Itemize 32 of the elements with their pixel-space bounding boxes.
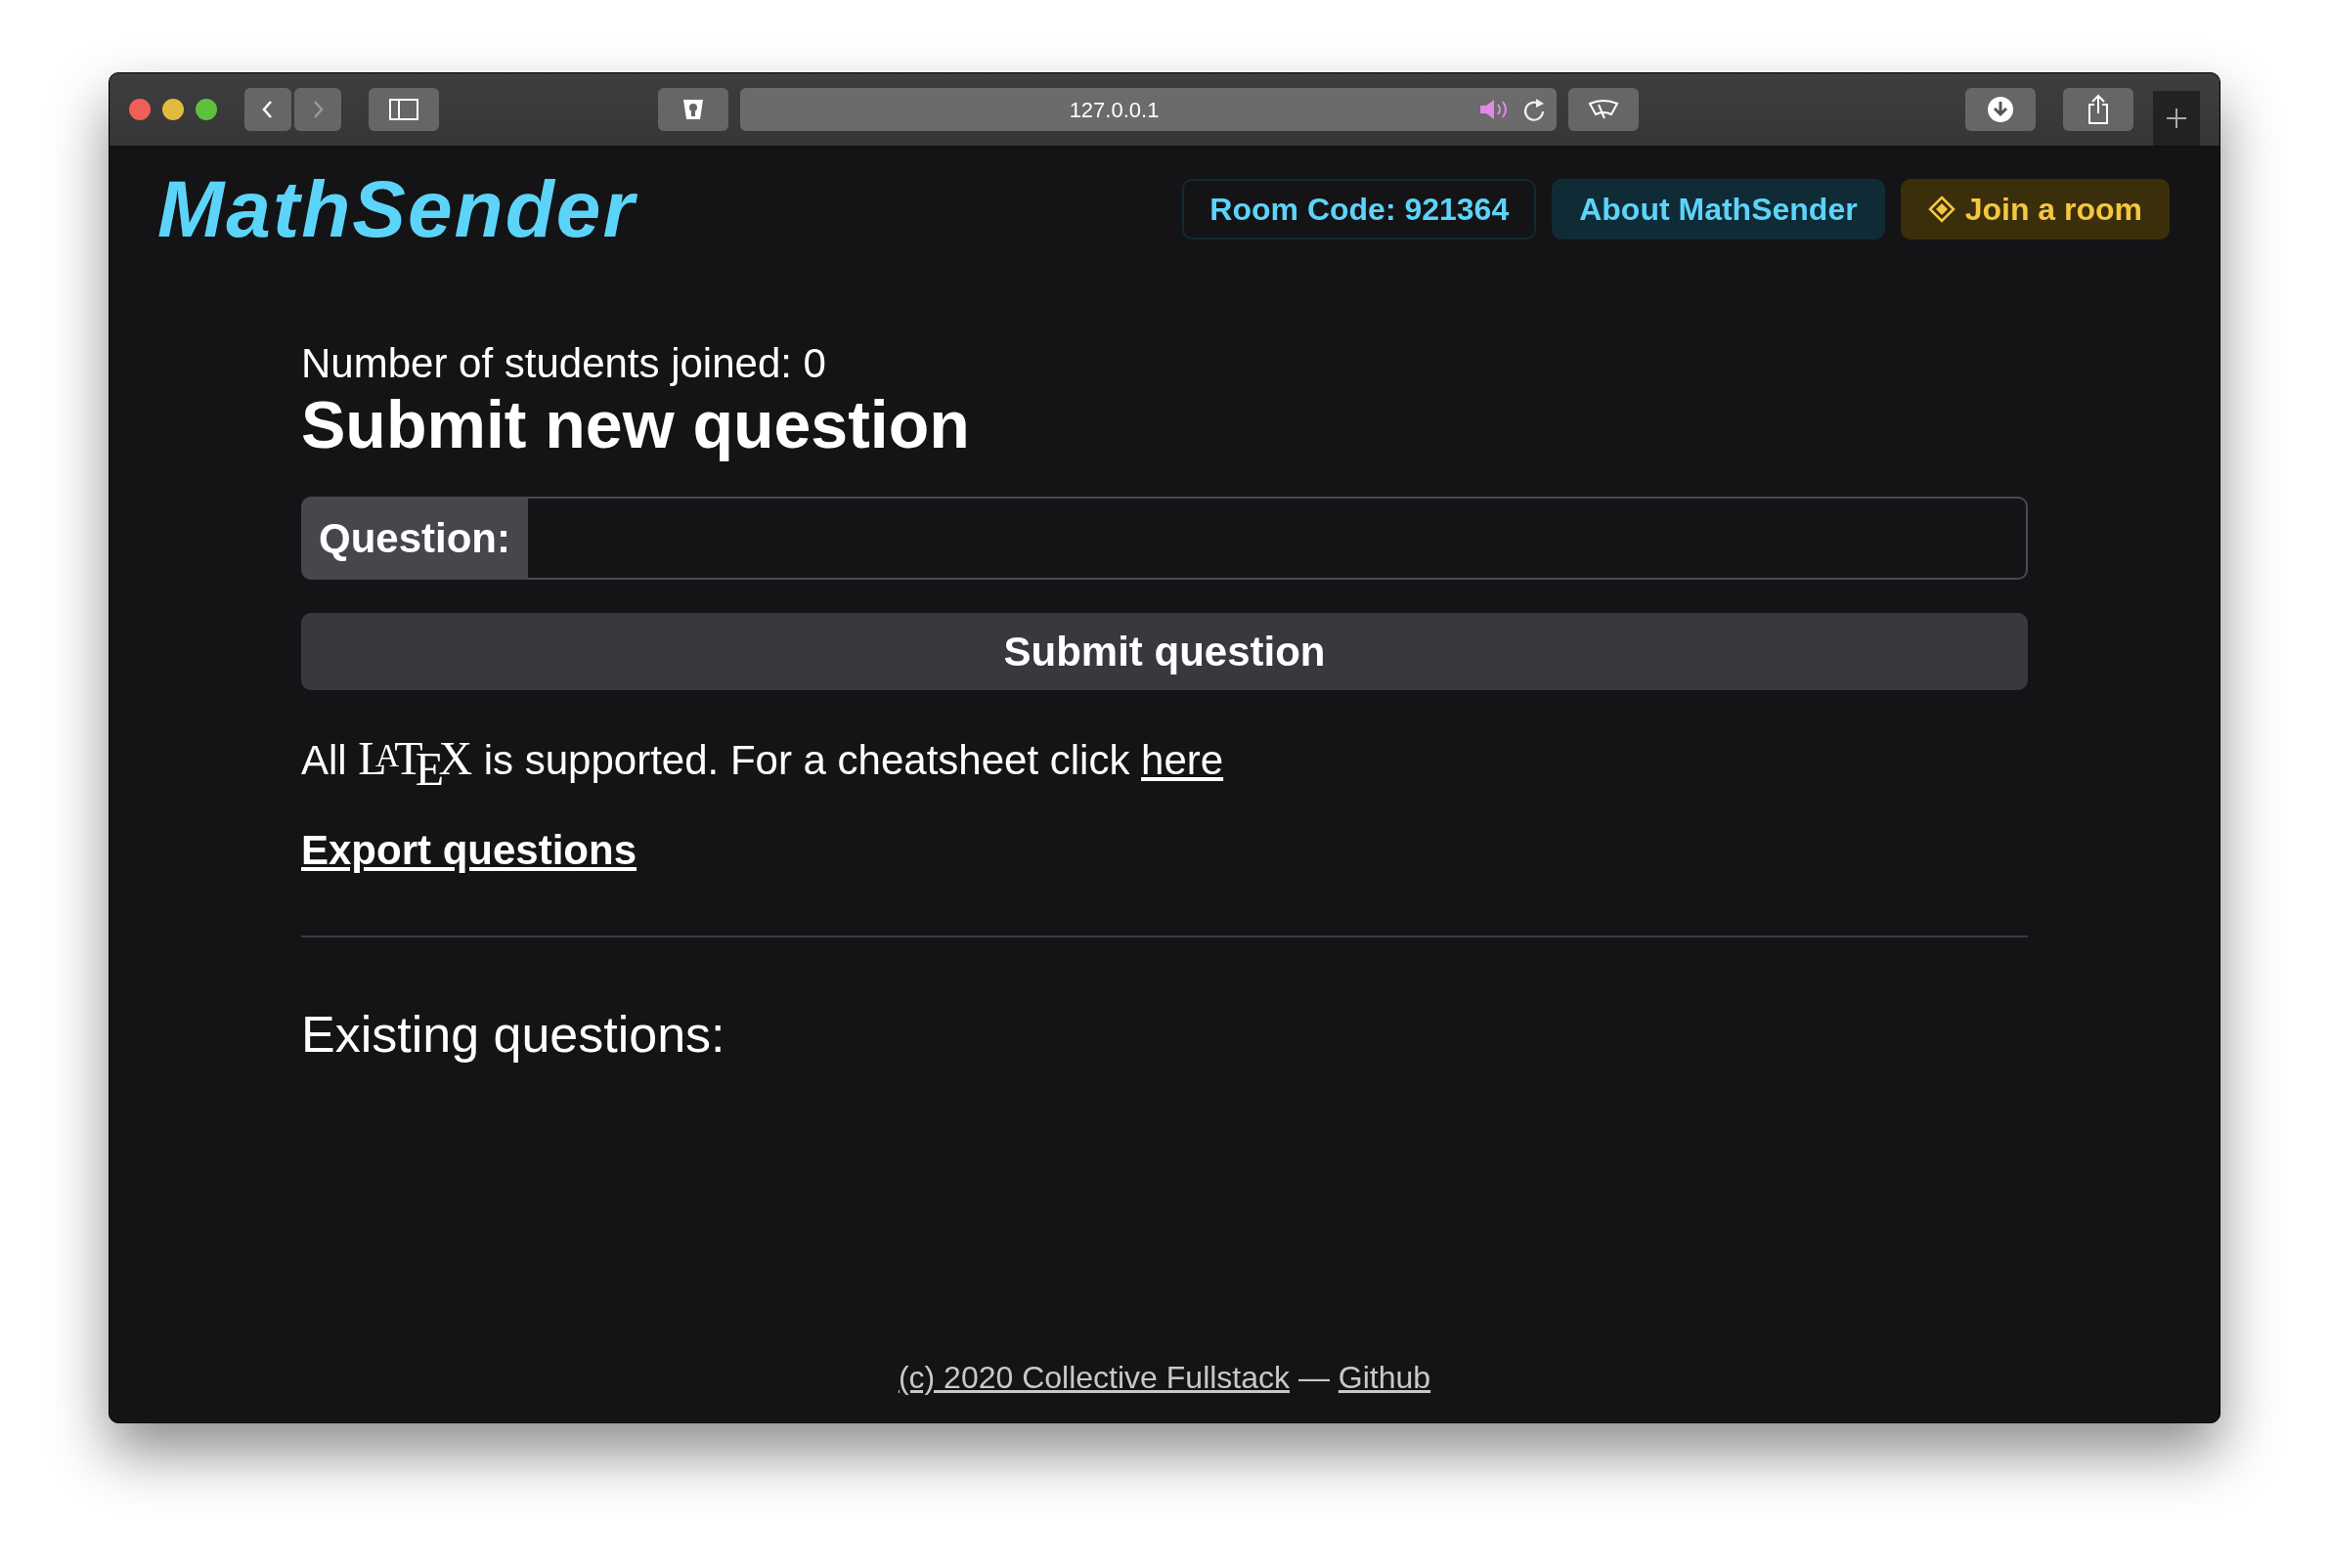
logo[interactable]: MathSender: [157, 169, 637, 249]
join-room-button[interactable]: Join a room: [1900, 179, 2170, 240]
page-heading: Submit new question: [301, 388, 971, 462]
wiper-icon[interactable]: [1568, 88, 1639, 131]
window-control-icon[interactable]: [129, 99, 151, 120]
copyright-link[interactable]: (c) 2020 Collective Fullstack: [898, 1360, 1291, 1395]
sidebar-icon: [389, 99, 418, 120]
github-link[interactable]: Github: [1338, 1360, 1431, 1395]
reload-icon[interactable]: [1521, 96, 1547, 123]
share-button[interactable]: [2063, 88, 2133, 131]
sidebar-button[interactable]: [369, 88, 439, 131]
about-button[interactable]: About MathSender: [1552, 179, 1885, 240]
question-input-field[interactable]: [528, 497, 2028, 581]
separator-text: —: [1296, 1360, 1331, 1395]
diamond-icon: [1927, 196, 1955, 223]
window-control-icon[interactable]: [196, 99, 217, 120]
plus-icon: [2166, 108, 2187, 129]
keyhole-icon[interactable]: [658, 88, 728, 131]
question-label: Question:: [301, 497, 528, 581]
share-icon: [2087, 94, 2110, 125]
download-icon: [1987, 96, 2014, 123]
export-questions-link[interactable]: Export questions: [301, 827, 637, 874]
new-tab-button[interactable]: [2153, 91, 2200, 146]
url-text: 127.0.0.1: [1068, 96, 1161, 124]
download-button[interactable]: [1965, 88, 2036, 131]
existing-questions-heading: Existing questions:: [301, 1005, 726, 1066]
room-code-button[interactable]: Room Code: 921364: [1182, 179, 1537, 240]
students-joined-text: Number of students joined: 0: [301, 339, 827, 388]
submit-question-button[interactable]: Submit question: [301, 613, 2028, 691]
cheatsheet-link[interactable]: here: [1141, 737, 1224, 784]
window-control-icon[interactable]: [162, 99, 184, 120]
back-button[interactable]: [244, 88, 291, 131]
